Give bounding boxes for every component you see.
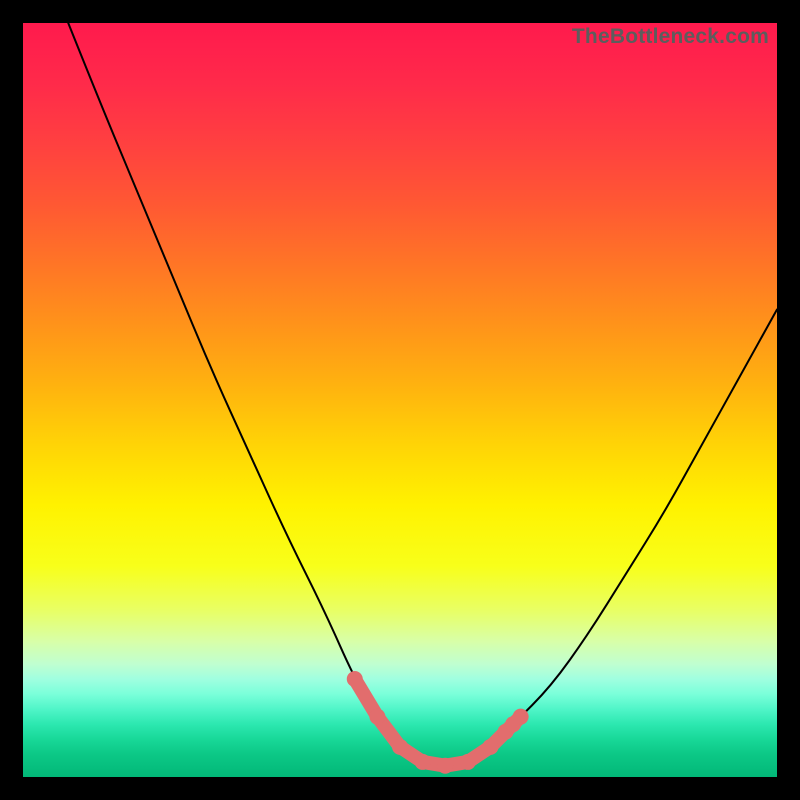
marker-dot [369, 709, 385, 725]
marker-dot [392, 739, 408, 755]
marker-dot [415, 754, 431, 770]
marker-dot [460, 754, 476, 770]
bottleneck-curve [68, 23, 777, 765]
marker-dot [437, 758, 453, 774]
marker-dot [513, 709, 529, 725]
marker-dot [347, 671, 363, 687]
highlight-markers [347, 671, 529, 774]
plot-area: TheBottleneck.com [23, 23, 777, 777]
curve-svg [23, 23, 777, 777]
chart-frame: TheBottleneck.com [0, 0, 800, 800]
marker-dot [482, 739, 498, 755]
